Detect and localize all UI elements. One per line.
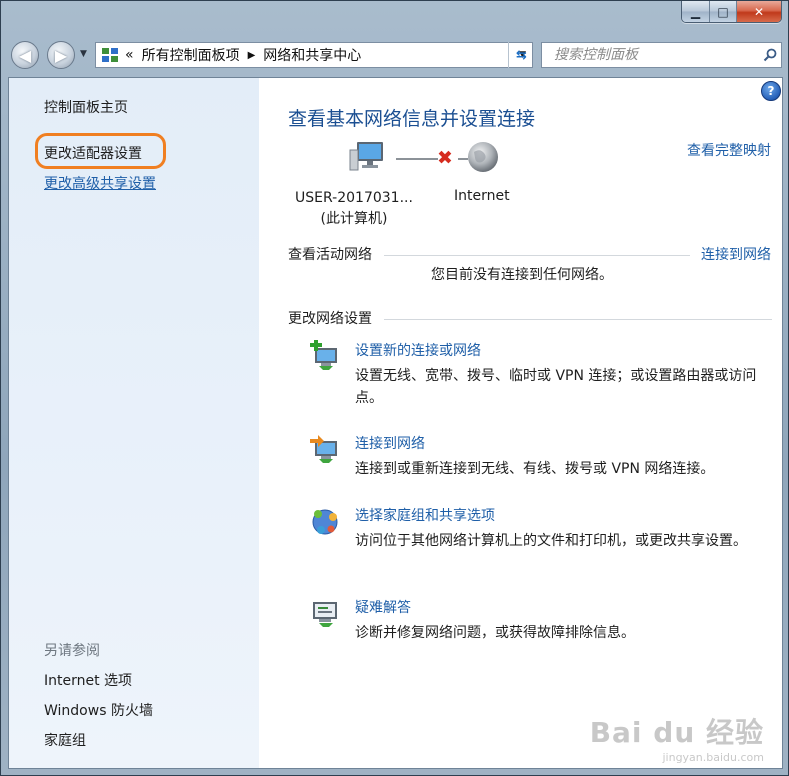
setup-new-connection-description: 设置无线、宽带、拨号、临时或 VPN 连接；或设置路由器或访问点。 (355, 368, 757, 406)
maximize-button[interactable]: □ (710, 1, 737, 22)
breadcrumb-separator-icon[interactable]: ▶ (248, 50, 256, 61)
troubleshoot-description: 诊断并修复网络问题，或获得故障排除信息。 (355, 625, 635, 641)
see-also-homegroup[interactable]: 家庭组 (44, 730, 86, 750)
breadcrumb-network-center[interactable]: 网络和共享中心 (263, 45, 361, 65)
section-divider (384, 319, 772, 320)
disconnected-x-icon[interactable]: ✖ (437, 147, 453, 169)
watermark-brand: Bai du 经验 (589, 716, 764, 749)
see-also-internet-options[interactable]: Internet 选项 (44, 670, 132, 690)
forward-button[interactable]: ▶ (47, 41, 75, 69)
see-full-map-link[interactable]: 查看完整映射 (687, 140, 771, 160)
change-settings-heading: 更改网络设置 (288, 311, 372, 327)
task-sidebar: 控制面板主页 更改适配器设置 更改高级共享设置 另请参阅 Internet 选项… (9, 78, 259, 768)
homegroup-sharing-link[interactable]: 选择家庭组和共享选项 (355, 505, 495, 525)
connect-to-network-link[interactable]: 连接到网络 (701, 244, 771, 264)
troubleshoot-icon (309, 597, 341, 629)
homegroup-sharing-description: 访问位于其他网络计算机上的文件和打印机，或更改共享设置。 (355, 533, 747, 549)
connection-line (396, 158, 438, 160)
active-networks-heading: 查看活动网络 (288, 247, 372, 263)
connect-to-network-task-link[interactable]: 连接到网络 (355, 433, 425, 453)
watermark-url: jingyan.baidu.com (662, 751, 764, 764)
navigation-row: ◀ ▶ ▼ « 所有控制面板项 ▶ 网络和共享中心 ▼ ⇆ (1, 33, 788, 77)
minimize-button[interactable]: ▁ (682, 1, 710, 22)
help-icon[interactable]: ? (761, 81, 781, 101)
new-connection-icon (309, 340, 341, 372)
task-homegroup: 选择家庭组和共享选项 访问位于其他网络计算机上的文件和打印机，或更改共享设置。 (309, 505, 779, 575)
connect-network-icon (309, 433, 341, 465)
baidu-jingyan-watermark: Bai du 经验 jingyan.baidu.com (590, 711, 764, 764)
main-pane: ? 查看基本网络信息并设置连接 查看完整映射 ✖ USER-2017031...… (259, 78, 782, 768)
change-adapter-settings-link[interactable]: 更改适配器设置 (44, 143, 142, 163)
computer-icon[interactable] (349, 140, 385, 178)
task-new-connection: 设置新的连接或网络 设置无线、宽带、拨号、临时或 VPN 连接；或设置路由器或访… (309, 340, 779, 410)
address-bar[interactable]: « 所有控制面板项 ▶ 网络和共享中心 ▼ (95, 42, 533, 68)
internet-globe-icon[interactable] (466, 140, 500, 178)
setup-new-connection-link[interactable]: 设置新的连接或网络 (355, 340, 481, 360)
title-bar: ▁ □ ✕ (1, 1, 788, 33)
homegroup-icon (309, 505, 341, 537)
back-button[interactable]: ◀ (11, 41, 39, 69)
section-divider (384, 255, 690, 256)
see-also-windows-firewall[interactable]: Windows 防火墙 (44, 700, 153, 720)
search-icon[interactable] (759, 48, 781, 62)
troubleshoot-link[interactable]: 疑难解答 (355, 597, 411, 617)
task-troubleshoot: 疑难解答 诊断并修复网络问题，或获得故障排除信息。 (309, 597, 779, 647)
close-button[interactable]: ✕ (737, 1, 781, 22)
recent-pages-dropdown[interactable]: ▼ (80, 49, 87, 59)
connect-to-network-description: 连接到或重新连接到无线、有线、拨号或 VPN 网络连接。 (355, 461, 715, 477)
computer-name: USER-2017031... (295, 190, 413, 206)
change-advanced-sharing-link[interactable]: 更改高级共享设置 (44, 173, 156, 193)
page-title: 查看基本网络信息并设置连接 (288, 108, 536, 130)
control-panel-icon (99, 44, 121, 66)
window-frame: ▁ □ ✕ ◀ ▶ ▼ « 所有控制面板项 ▶ 网络和共享中心 ▼ ⇆ 搜索控制… (0, 0, 789, 776)
breadcrumb-all-items[interactable]: 所有控制面板项 (142, 45, 240, 65)
search-box[interactable] (541, 42, 782, 68)
computer-sublabel: (此计算机) (320, 211, 388, 227)
computer-label: USER-2017031... (此计算机) (294, 188, 414, 230)
caption-buttons: ▁ □ ✕ (681, 1, 782, 23)
content-area: 控制面板主页 更改适配器设置 更改高级共享设置 另请参阅 Internet 选项… (8, 77, 783, 769)
see-also-heading: 另请参阅 (44, 643, 100, 659)
refresh-button[interactable]: ⇆ (508, 42, 534, 68)
internet-label: Internet (454, 188, 510, 204)
no-network-message: 您目前没有连接到任何网络。 (431, 267, 613, 283)
task-connect-network: 连接到网络 连接到或重新连接到无线、有线、拨号或 VPN 网络连接。 (309, 433, 779, 483)
control-panel-home-link[interactable]: 控制面板主页 (44, 97, 128, 117)
search-input[interactable] (552, 46, 759, 64)
address-overflow-chevron[interactable]: « (125, 47, 134, 63)
